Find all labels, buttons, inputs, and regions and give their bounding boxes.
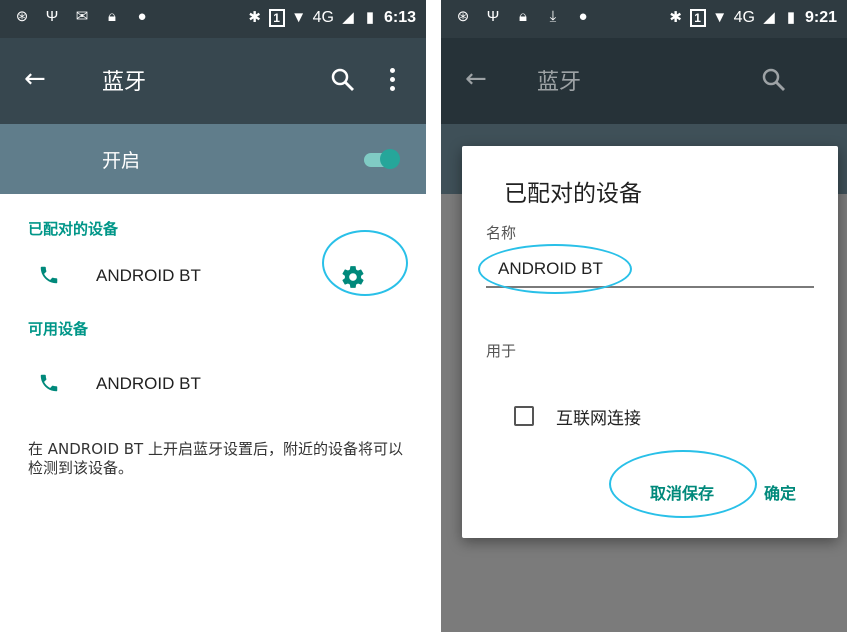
mail-icon: ✉: [75, 8, 89, 25]
usb-icon: Ψ: [486, 8, 500, 25]
bluetooth-switch-bar[interactable]: 开启: [0, 124, 426, 194]
paired-devices-header: 已配对的设备: [28, 220, 119, 238]
sim-icon: 1: [268, 9, 285, 27]
notification-icons: ⊛ Ψ 🔒︎ ⤓ ●: [455, 9, 591, 25]
device-name-input[interactable]: ANDROID BT: [498, 259, 603, 279]
phone-icon: [40, 266, 58, 284]
available-device-row[interactable]: ANDROID BT: [0, 364, 426, 404]
wifi-icon: ▼: [712, 9, 728, 26]
page-title: 蓝牙: [102, 70, 147, 95]
battery-icon: ▮: [786, 9, 796, 26]
bluetooth-toggle[interactable]: [364, 149, 400, 169]
network-type: 4G: [733, 9, 755, 26]
use-for-label: 用于: [486, 342, 517, 360]
ok-button[interactable]: 确定: [764, 480, 796, 504]
paired-device-dialog-screen: ⊛ Ψ 🔒︎ ⤓ ● ✱ 1 ▼ 4G ◢ ▮ 9:21 ← 蓝牙 已配对的设备…: [441, 0, 847, 632]
system-icons: ✱ 1 ▼ 4G ◢ ▮ 9:21: [668, 9, 837, 27]
notification-icons: ⊛ Ψ ✉ 🔒︎ ●: [14, 9, 150, 25]
search-icon[interactable]: [330, 67, 356, 93]
app-bar: ← 蓝牙: [0, 38, 426, 124]
name-label: 名称: [486, 224, 517, 242]
switch-label: 开启: [102, 150, 141, 172]
wifi-icon: ▼: [291, 9, 307, 26]
internet-connection-checkbox[interactable]: [514, 406, 534, 426]
device-name: ANDROID BT: [96, 374, 201, 393]
android-icon: ●: [137, 8, 147, 25]
android-icon: ●: [578, 8, 588, 25]
app-bar: ← 蓝牙: [441, 38, 847, 124]
sync-icon: ⊛: [456, 8, 470, 25]
back-arrow-icon: ←: [465, 64, 487, 94]
gear-icon[interactable]: [340, 264, 366, 290]
bluetooth-icon: ✱: [248, 9, 261, 26]
paired-device-dialog: 已配对的设备 名称 ANDROID BT 用于 互联网连接 取消保存 确定: [462, 146, 838, 538]
unpair-button[interactable]: 取消保存: [650, 480, 714, 504]
system-icons: ✱ 1 ▼ 4G ◢ ▮ 6:13: [247, 9, 416, 27]
clock: 9:21: [804, 9, 837, 26]
lock-icon: 🔒︎: [108, 8, 116, 25]
back-arrow-icon[interactable]: ←: [24, 66, 46, 92]
signal-icon: ◢: [342, 9, 354, 26]
status-bar: ⊛ Ψ ✉ 🔒︎ ● ✱ 1 ▼ 4G ◢ ▮ 6:13: [0, 0, 426, 38]
device-name: ANDROID BT: [96, 266, 201, 285]
dialog-title: 已配对的设备: [504, 181, 642, 207]
clock: 6:13: [383, 9, 416, 26]
input-underline: [486, 286, 814, 288]
bluetooth-settings-screen: ⊛ Ψ ✉ 🔒︎ ● ✱ 1 ▼ 4G ◢ ▮ 6:13 ← 蓝牙 开启 已配对…: [0, 0, 426, 632]
search-icon: [762, 68, 785, 91]
download-icon: ⤓: [549, 8, 557, 25]
internet-connection-label: 互联网连接: [556, 409, 641, 429]
more-vert-icon[interactable]: [388, 68, 396, 92]
toggle-thumb: [380, 149, 400, 169]
network-type: 4G: [312, 9, 334, 26]
battery-icon: ▮: [365, 9, 375, 26]
sim-icon: 1: [689, 9, 706, 27]
usb-icon: Ψ: [45, 8, 59, 25]
page-title: 蓝牙: [537, 70, 582, 95]
available-devices-header: 可用设备: [28, 320, 89, 338]
sync-icon: ⊛: [15, 8, 29, 25]
paired-device-row[interactable]: ANDROID BT: [0, 256, 426, 296]
visibility-hint: 在 ANDROID BT 上开启蓝牙设置后，附近的设备将可以检测到该设备。: [28, 440, 403, 477]
status-bar: ⊛ Ψ 🔒︎ ⤓ ● ✱ 1 ▼ 4G ◢ ▮ 9:21: [441, 0, 847, 38]
lock-icon: 🔒︎: [519, 8, 527, 25]
phone-icon: [40, 374, 58, 392]
bluetooth-icon: ✱: [669, 9, 682, 26]
signal-icon: ◢: [763, 9, 775, 26]
